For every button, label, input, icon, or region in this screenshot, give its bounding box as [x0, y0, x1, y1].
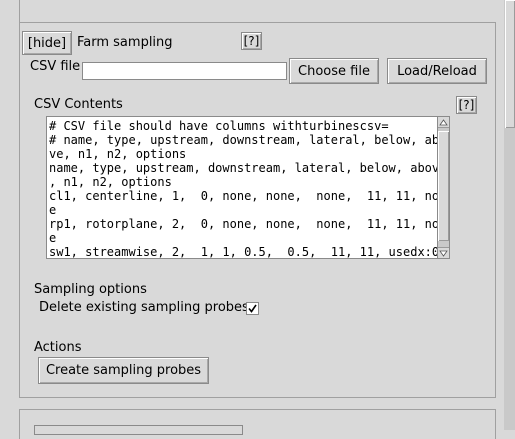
csv-line: e	[49, 231, 57, 245]
csv-line: rp1, rotorplane, 2, 0, none, none, none,…	[49, 217, 438, 231]
csv-file-label: CSV file	[30, 59, 81, 74]
window-scrollbar[interactable]	[504, 0, 515, 430]
scroll-thumb[interactable]	[438, 131, 449, 241]
actions-label: Actions	[34, 340, 82, 355]
csv-line: sw1, streamwise, 2, 1, 1, 0.5, 0.5, 11, …	[49, 245, 438, 259]
create-sampling-probes-button[interactable]: Create sampling probes	[38, 357, 209, 384]
csv-contents-textarea[interactable]: # CSV file should have columns withturbi…	[46, 116, 438, 259]
scroll-up-arrow-icon[interactable]	[438, 117, 449, 128]
csv-line: cl1, centerline, 1, 0, none, none, none,…	[49, 189, 438, 203]
csv-line: # name, type, upstream, downstream, late…	[49, 133, 438, 147]
panel-help-button[interactable]: [?]	[241, 32, 262, 50]
hide-button[interactable]: [hide]	[22, 31, 72, 55]
panel-title: Farm sampling	[77, 35, 173, 50]
delete-probes-checkbox[interactable]	[246, 302, 259, 315]
csv-file-input[interactable]	[82, 62, 287, 80]
csv-contents-label: CSV Contents	[34, 97, 123, 112]
csv-line: e	[49, 203, 57, 217]
next-panel-header	[34, 425, 243, 435]
window-scroll-thumb[interactable]	[505, 0, 515, 128]
scroll-down-arrow-icon[interactable]	[438, 247, 449, 258]
sampling-options-label: Sampling options	[34, 282, 147, 297]
outer-frame-top	[19, 0, 20, 22]
csv-contents-help-button[interactable]: [?]	[456, 96, 477, 114]
csv-line: name, type, upstream, downstream, latera…	[49, 161, 438, 175]
csv-line: , n1, n2, options	[49, 175, 172, 189]
checkmark-icon	[248, 304, 257, 313]
delete-probes-label: Delete existing sampling probes	[39, 300, 249, 315]
csv-line: ve, n1, n2, options	[49, 147, 187, 161]
csv-scrollbar[interactable]	[437, 116, 450, 259]
choose-file-button[interactable]: Choose file	[289, 58, 379, 84]
load-reload-button[interactable]: Load/Reload	[387, 58, 487, 84]
csv-line: # CSV file should have columns withturbi…	[49, 119, 389, 133]
csv-text: # CSV file should have columns withturbi…	[49, 119, 438, 259]
